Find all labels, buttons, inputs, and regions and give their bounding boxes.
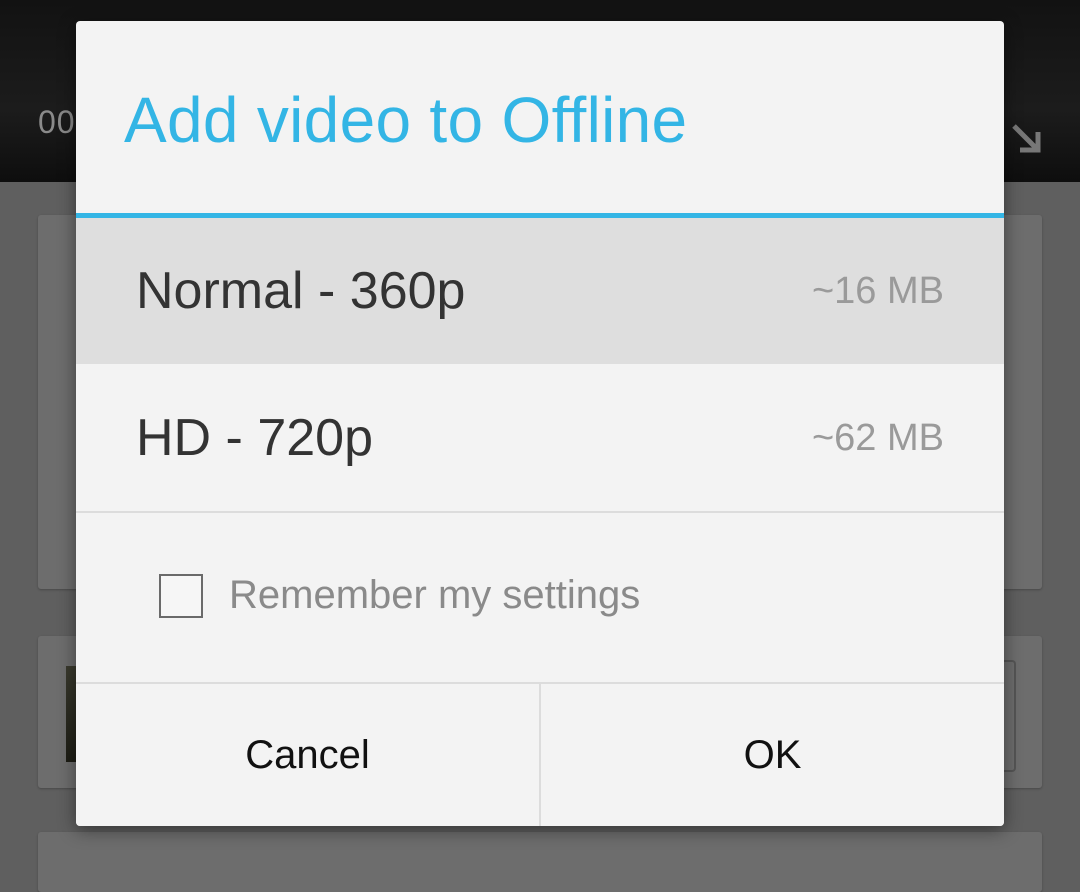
option-size: ~16 MB — [811, 269, 944, 312]
cancel-button[interactable]: Cancel — [76, 684, 539, 826]
video-timestamp: 00 — [38, 104, 76, 140]
remember-settings-checkbox[interactable] — [159, 573, 203, 618]
option-label: Normal - 360p — [136, 262, 466, 320]
fullscreen-exit-icon — [1012, 124, 1041, 153]
remember-settings-row[interactable]: Remember my settings — [159, 573, 640, 618]
option-size: ~62 MB — [811, 416, 944, 459]
remember-settings-label[interactable]: Remember my settings — [229, 573, 640, 618]
add-offline-dialog: Add video to Offline Normal - 360p ~16 M… — [76, 21, 1004, 826]
quality-option-hd[interactable]: HD - 720p ~62 MB — [76, 365, 1004, 513]
quality-option-normal[interactable]: Normal - 360p ~16 MB — [76, 218, 1004, 364]
background-card — [38, 832, 1042, 892]
ok-button[interactable]: OK — [541, 684, 1004, 826]
background-button-edge — [1004, 660, 1016, 772]
dialog-title: Add video to Offline — [124, 84, 688, 156]
dialog-button-bar: Cancel OK — [76, 682, 1004, 826]
option-label: HD - 720p — [136, 409, 373, 467]
